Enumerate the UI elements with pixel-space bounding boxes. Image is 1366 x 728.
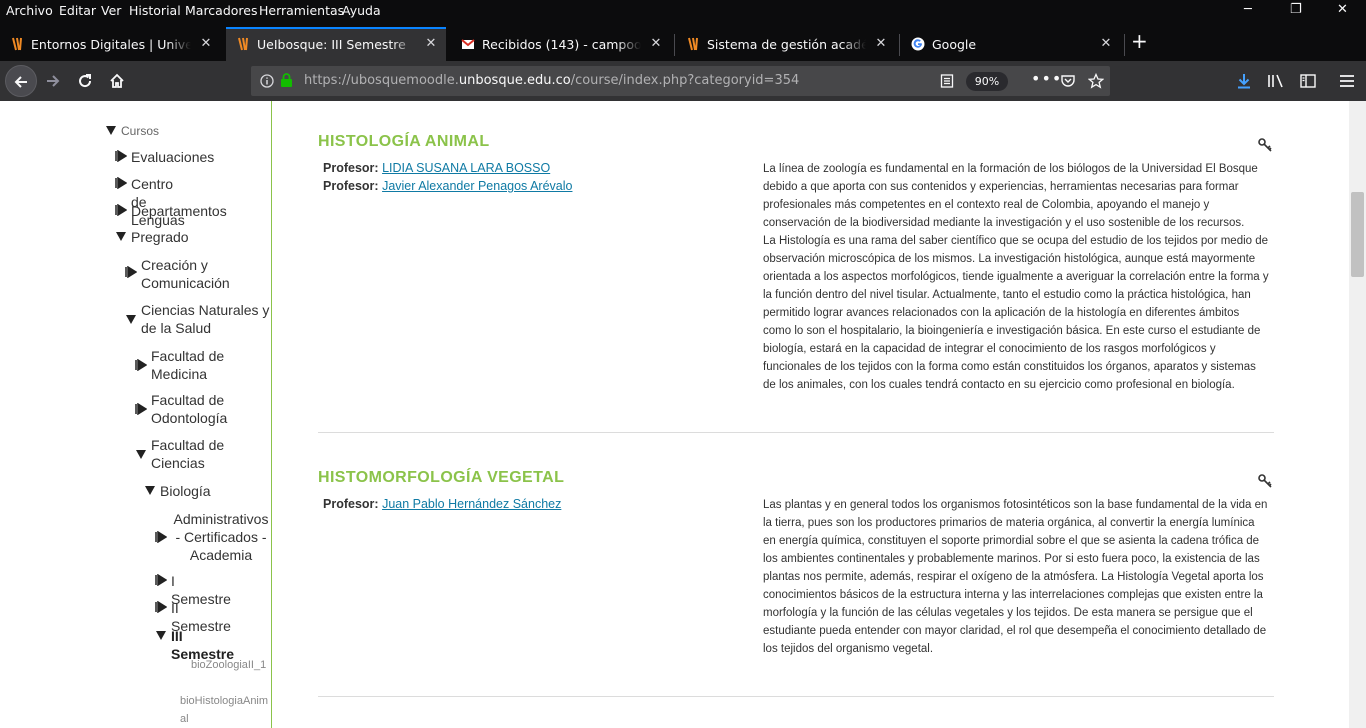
restore-icon[interactable]: ❐ xyxy=(1290,2,1302,17)
forward-arrow-icon xyxy=(47,75,60,87)
expanded-triangle-icon xyxy=(156,631,166,640)
tab-iii-semestre[interactable]: UeIbosque: III Semestre ✕ xyxy=(226,27,446,61)
back-button[interactable] xyxy=(5,65,37,97)
collapsed-triangle-icon xyxy=(115,177,127,189)
pocket-icon[interactable] xyxy=(1060,73,1076,89)
close-tab-icon[interactable]: ✕ xyxy=(197,35,215,53)
menu-archivo[interactable]: Archivo xyxy=(6,3,53,18)
tab-separator xyxy=(674,34,675,56)
collapsed-triangle-icon xyxy=(155,601,167,613)
tree-item-biohistologiaanimal[interactable]: bioHistologiaAnimal xyxy=(180,692,270,728)
gmail-icon xyxy=(461,39,475,49)
tab-gmail[interactable]: Recibidos (143) - campoolga@unbosque.edu… xyxy=(451,29,671,61)
home-icon xyxy=(110,73,124,88)
menu-herramientas[interactable]: Herramientas xyxy=(259,3,344,18)
teacher-row: Profesor: Juan Pablo Hernández Sánchez xyxy=(323,497,562,511)
expanded-triangle-icon xyxy=(126,315,136,324)
course-summary: Las plantas y en general todos los organ… xyxy=(763,496,1270,658)
lock-icon[interactable] xyxy=(280,73,293,87)
reload-button[interactable] xyxy=(71,67,99,95)
sidebar-toggle-icon[interactable] xyxy=(1300,73,1316,89)
menu-historial[interactable]: Historial xyxy=(129,3,181,18)
expanded-triangle-icon xyxy=(116,232,126,241)
tab-title: Sistema de gestión académica xyxy=(707,37,866,52)
google-icon xyxy=(911,37,925,51)
course-divider xyxy=(318,696,1274,697)
menu-bar: Archivo Editar Ver Historial Marcadores … xyxy=(0,0,1366,22)
menu-ayuda[interactable]: Ayuda xyxy=(342,3,381,18)
expanded-triangle-icon xyxy=(136,450,146,459)
menu-editar[interactable]: Editar xyxy=(59,3,96,18)
collapsed-triangle-icon xyxy=(115,150,127,162)
url-text[interactable]: https://ubosquemoodle.unbosque.edu.co/co… xyxy=(304,73,799,88)
minimize-icon[interactable]: ─ xyxy=(1244,2,1252,17)
sidebar-divider xyxy=(271,101,272,728)
collapsed-triangle-icon xyxy=(135,403,147,415)
collapsed-triangle-icon xyxy=(135,359,147,371)
back-arrow-icon xyxy=(14,76,27,88)
summary-paragraph: La Histología es una rama del saber cien… xyxy=(763,235,1269,391)
collapsed-triangle-icon xyxy=(125,266,137,278)
menu-marcadores[interactable]: Marcadores xyxy=(185,3,258,18)
teacher-link[interactable]: Juan Pablo Hernández Sánchez xyxy=(382,497,561,511)
tab-title: Recibidos (143) - campoolga@unbosque.edu… xyxy=(482,37,641,52)
unbosque-favicon xyxy=(12,37,22,51)
new-tab-button[interactable]: + xyxy=(1131,31,1148,51)
course-divider xyxy=(318,432,1274,433)
info-icon[interactable] xyxy=(260,74,274,88)
close-tab-icon[interactable]: ✕ xyxy=(872,35,890,53)
close-tab-icon[interactable]: ✕ xyxy=(422,35,440,53)
tab-separator xyxy=(1124,34,1125,56)
tab-title: Entornos Digitales | Universidad El Bosq… xyxy=(31,37,191,52)
collapsed-triangle-icon xyxy=(155,531,167,543)
tab-separator xyxy=(899,34,900,56)
page-actions-icon[interactable]: ••• xyxy=(1031,71,1062,87)
menu-ver[interactable]: Ver xyxy=(101,3,121,18)
expanded-triangle-icon xyxy=(106,126,116,135)
course-title-histologia-animal[interactable]: HISTOLOGÍA ANIMAL xyxy=(318,133,490,151)
reload-icon xyxy=(79,74,92,88)
close-tab-icon[interactable]: ✕ xyxy=(647,35,665,53)
expanded-triangle-icon xyxy=(145,486,155,495)
summary-paragraph: Las plantas y en general todos los organ… xyxy=(763,499,1268,655)
teacher-row: Profesor: Javier Alexander Penagos Aréva… xyxy=(323,179,573,193)
tab-sistema-gestion[interactable]: Sistema de gestión académica ✕ xyxy=(676,29,896,61)
url-bar[interactable]: https://ubosquemoodle.unbosque.edu.co/co… xyxy=(251,66,1110,96)
summary-paragraph: La línea de zoología es fundamental en l… xyxy=(763,163,1258,229)
course-summary: La línea de zoología es fundamental en l… xyxy=(763,160,1270,394)
tab-title: UeIbosque: III Semestre xyxy=(257,37,406,52)
close-window-icon[interactable]: ✕ xyxy=(1337,2,1348,17)
tab-entornos-digitales[interactable]: Entornos Digitales | Universidad El Bosq… xyxy=(0,29,221,61)
navigation-toolbar: https://ubosquemoodle.unbosque.edu.co/co… xyxy=(0,61,1366,101)
tree-item-biozoologiaii[interactable]: bioZoologiaII_1 xyxy=(191,656,266,674)
close-tab-icon[interactable]: ✕ xyxy=(1097,35,1115,53)
page-content: Cursos Evaluaciones Centro de Lenguas De… xyxy=(0,101,1366,728)
teacher-link[interactable]: LIDIA SUSANA LARA BOSSO xyxy=(382,161,550,175)
library-icon[interactable] xyxy=(1267,73,1285,89)
tab-google[interactable]: Google ✕ xyxy=(901,29,1121,61)
tab-title: Google xyxy=(932,37,977,52)
collapsed-triangle-icon xyxy=(115,204,127,216)
reader-view-icon[interactable] xyxy=(940,74,954,88)
downloads-icon[interactable] xyxy=(1236,73,1252,89)
key-icon[interactable] xyxy=(1258,138,1272,152)
unbosque-favicon xyxy=(238,37,248,51)
course-title-histomorfologia-vegetal[interactable]: HISTOMORFOLOGÍA VEGETAL xyxy=(318,469,564,487)
zoom-indicator[interactable]: 90% xyxy=(966,72,1008,91)
teacher-link[interactable]: Javier Alexander Penagos Arévalo xyxy=(382,179,572,193)
unbosque-favicon xyxy=(688,37,698,51)
collapsed-triangle-icon xyxy=(155,574,167,586)
forward-button[interactable] xyxy=(39,67,67,95)
teacher-row: Profesor: LIDIA SUSANA LARA BOSSO xyxy=(323,161,551,175)
scrollbar-thumb[interactable] xyxy=(1351,192,1364,277)
bookmark-star-icon[interactable] xyxy=(1088,73,1104,89)
home-button[interactable] xyxy=(103,67,131,95)
tab-bar: Entornos Digitales | Universidad El Bosq… xyxy=(0,22,1366,61)
hamburger-menu-icon[interactable] xyxy=(1339,73,1355,89)
key-icon[interactable] xyxy=(1258,474,1272,488)
